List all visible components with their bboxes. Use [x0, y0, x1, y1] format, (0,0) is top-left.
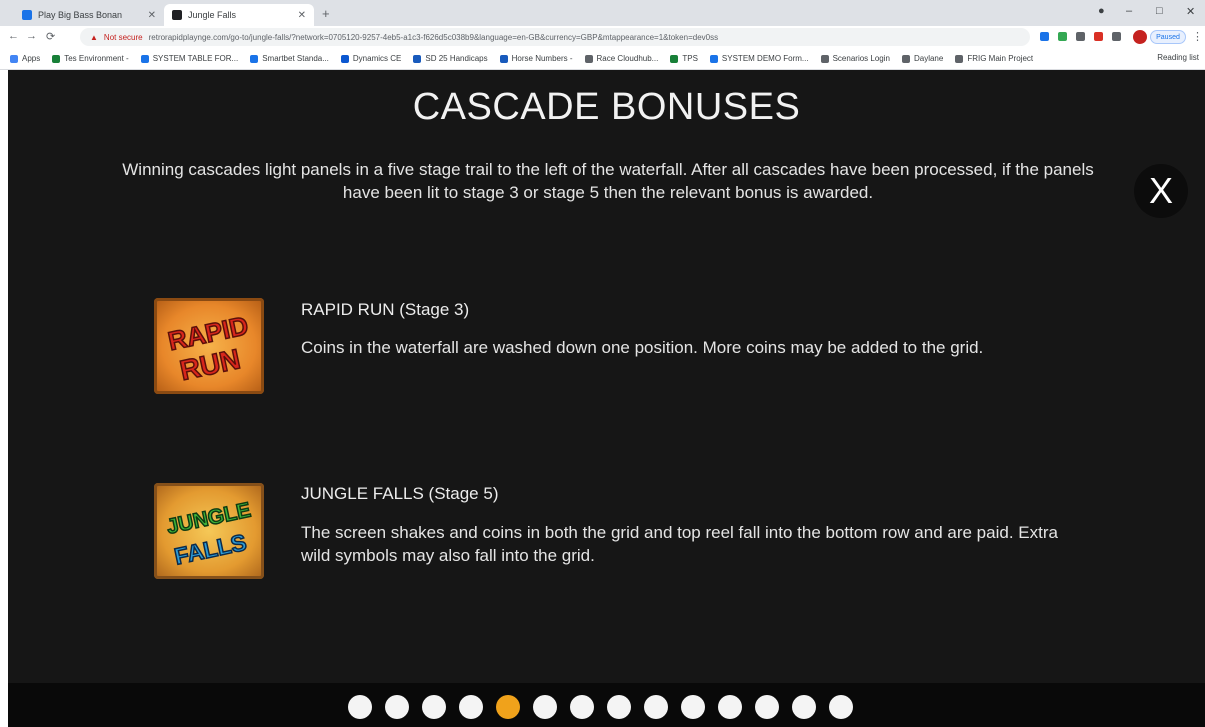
maximize-button[interactable]: □	[1156, 5, 1163, 17]
page-dots	[348, 695, 866, 719]
page-dot[interactable]	[385, 695, 409, 719]
browser-toolbar: ← → ⟳ ▲ Not secure retrorapidplaynge.com…	[0, 26, 1205, 48]
jungle-falls-title: JUNGLE FALLS (Stage 5)	[301, 484, 499, 503]
bookmark-favicon-icon	[584, 54, 593, 63]
tab-strip: Play Big Bass Bonan ✕ Jungle Falls ✕ + ●…	[0, 0, 1205, 26]
tab-close-icon[interactable]: ✕	[298, 10, 306, 21]
new-tab-button[interactable]: +	[322, 6, 330, 21]
page-dot[interactable]	[348, 695, 372, 719]
rapid-run-description: Coins in the waterfall are washed down o…	[301, 338, 984, 357]
page-dot[interactable]	[644, 695, 668, 719]
tab-title: Jungle Falls	[188, 10, 237, 20]
profile-avatar[interactable]	[1133, 30, 1147, 44]
bookmark-item[interactable]: TPS	[670, 54, 698, 63]
bookmark-item[interactable]: Horse Numbers -	[499, 54, 573, 63]
close-button[interactable]: X	[1134, 164, 1188, 218]
bookmark-item[interactable]: SYSTEM DEMO Form...	[709, 54, 809, 63]
drive-icon	[670, 54, 679, 63]
page-dot[interactable]	[718, 695, 742, 719]
profile-paused-badge[interactable]: Paused	[1150, 30, 1186, 44]
bookmark-item[interactable]: Apps	[10, 54, 40, 63]
tab-favicon-icon	[172, 10, 182, 20]
address-bar[interactable]: ▲ Not secure retrorapidplaynge.com/go-to…	[80, 28, 1030, 46]
jungle-falls-logo-icon: JUNGLE FALLS	[154, 483, 264, 579]
page-dot[interactable]	[829, 695, 853, 719]
bookmark-item[interactable]: Race Cloudhub...	[584, 54, 659, 63]
rapid-run-logo-icon: RAPID RUN	[154, 298, 264, 394]
bookmark-favicon-icon	[820, 54, 829, 63]
bookmark-item[interactable]: Tes Environment -	[52, 54, 129, 63]
bookmark-favicon-icon	[709, 54, 718, 63]
bookmark-favicon-icon	[955, 54, 964, 63]
bookmark-label: Apps	[22, 54, 41, 63]
rapid-run-title: RAPID RUN (Stage 3)	[301, 300, 470, 319]
forward-button[interactable]: →	[26, 30, 37, 42]
intro-text: Winning cascades light panels in a five …	[122, 160, 1094, 202]
page-dot-active[interactable]	[496, 695, 520, 719]
browser-chrome: Play Big Bass Bonan ✕ Jungle Falls ✕ + ●…	[0, 0, 1205, 70]
bookmark-label: Dynamics CE	[352, 54, 402, 63]
bookmark-favicon-icon	[340, 54, 349, 63]
drive-icon	[52, 54, 61, 63]
bookmark-favicon-icon	[140, 54, 149, 63]
bookmark-favicon-icon	[250, 54, 259, 63]
bookmark-item[interactable]: Smartbet Standa...	[250, 54, 329, 63]
bookmark-item[interactable]: SD 25 Handicaps	[413, 54, 488, 63]
extension-icon[interactable]	[1094, 32, 1103, 41]
bookmark-item[interactable]: Scenarios Login	[820, 54, 890, 63]
excel-icon	[413, 54, 422, 63]
page-title: CASCADE BONUSES	[412, 86, 801, 128]
bookmark-label: TPS	[682, 54, 698, 63]
bookmark-label: SYSTEM TABLE FOR...	[152, 54, 239, 63]
extension-icon[interactable]	[1040, 32, 1049, 41]
bookmark-label: Race Cloudhub...	[596, 54, 659, 63]
reading-list-button[interactable]: Reading list	[1157, 53, 1199, 62]
bookmark-label: Tes Environment -	[64, 54, 129, 63]
tab-play-big-bass[interactable]: Play Big Bass Bonan ✕	[14, 4, 164, 26]
record-indicator-icon: ●	[1098, 5, 1105, 17]
page-dot[interactable]	[459, 695, 483, 719]
page-dot[interactable]	[607, 695, 631, 719]
excel-icon	[499, 54, 508, 63]
extension-icon[interactable]	[1076, 32, 1085, 41]
bookmark-label: Horse Numbers -	[511, 54, 573, 63]
page-dot[interactable]	[570, 695, 594, 719]
extensions-puzzle-icon[interactable]	[1112, 32, 1121, 41]
extension-icon[interactable]	[1058, 32, 1067, 41]
minimize-button[interactable]: –	[1126, 5, 1132, 17]
page-dot[interactable]	[422, 695, 446, 719]
jungle-falls-description: The screen shakes and coins in both the …	[301, 523, 1058, 565]
not-secure-warning-icon[interactable]: ▲	[90, 33, 98, 42]
bookmarks-bar: Apps Tes Environment - SYSTEM TABLE FOR.…	[0, 48, 1205, 70]
bookmark-label: Scenarios Login	[832, 54, 890, 63]
bookmark-favicon-icon	[901, 54, 910, 63]
security-label: Not secure	[103, 32, 143, 42]
tab-title: Play Big Bass Bonan	[38, 10, 123, 20]
tab-favicon-icon	[22, 10, 32, 20]
browser-menu-icon[interactable]: ⋮	[1192, 30, 1203, 43]
page-dot[interactable]	[681, 695, 705, 719]
url-text: retrorapidplaynge.com/go-to/jungle-falls…	[148, 32, 719, 42]
bookmark-label: Daylane	[913, 54, 944, 63]
bookmark-item[interactable]: SYSTEM TABLE FOR...	[140, 54, 239, 63]
page-dot[interactable]	[533, 695, 557, 719]
reload-button[interactable]: ⟳	[46, 30, 55, 43]
page-dot[interactable]	[792, 695, 816, 719]
bookmark-label: Smartbet Standa...	[262, 54, 329, 63]
close-window-button[interactable]: ✕	[1186, 5, 1195, 18]
game-help-screen: CASCADE BONUSES Winning cascades light p…	[8, 70, 1205, 727]
bookmark-item[interactable]: FRIG Main Project	[955, 54, 1033, 63]
pagination-bar	[8, 683, 1205, 727]
bookmark-item[interactable]: Daylane	[901, 54, 944, 63]
bookmark-label: SD 25 Handicaps	[425, 54, 488, 63]
back-button[interactable]: ←	[8, 30, 19, 42]
tab-jungle-falls[interactable]: Jungle Falls ✕	[164, 4, 314, 26]
tab-close-icon[interactable]: ✕	[148, 10, 156, 21]
bookmark-label: FRIG Main Project	[967, 54, 1034, 63]
bookmark-label: SYSTEM DEMO Form...	[721, 54, 809, 63]
page-dot[interactable]	[755, 695, 779, 719]
bookmark-item[interactable]: Dynamics CE	[340, 54, 402, 63]
apps-grid-icon	[10, 54, 18, 63]
